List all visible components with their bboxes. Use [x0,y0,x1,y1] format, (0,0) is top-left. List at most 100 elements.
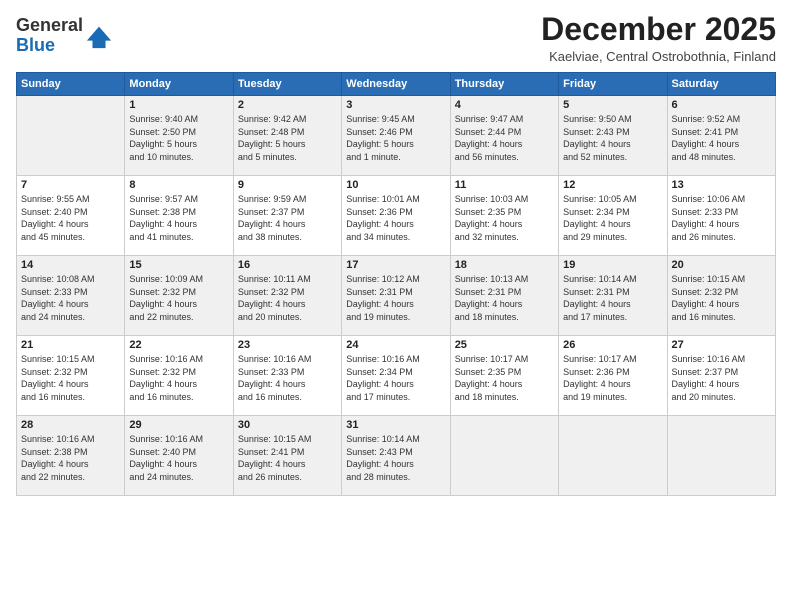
day-info: Sunrise: 10:03 AMSunset: 2:35 PMDaylight… [455,193,554,243]
day-info: Sunrise: 9:42 AMSunset: 2:48 PMDaylight:… [238,113,337,163]
table-row: 15Sunrise: 10:09 AMSunset: 2:32 PMDaylig… [125,256,233,336]
calendar-week-row: 28Sunrise: 10:16 AMSunset: 2:38 PMDaylig… [17,416,776,496]
table-row: 31Sunrise: 10:14 AMSunset: 2:43 PMDaylig… [342,416,450,496]
day-info: Sunrise: 10:15 AMSunset: 2:41 PMDaylight… [238,433,337,483]
day-info: Sunrise: 9:47 AMSunset: 2:44 PMDaylight:… [455,113,554,163]
logo-text: General Blue [16,16,83,56]
day-info: Sunrise: 10:11 AMSunset: 2:32 PMDaylight… [238,273,337,323]
header-wednesday: Wednesday [342,73,450,96]
table-row: 30 Sunrise: 10:15 AMSunset: 2:41 PMDaylig… [233,416,341,496]
day-info: Sunrise: 9:55 AMSunset: 2:40 PMDaylight:… [21,193,120,243]
header-friday: Friday [559,73,667,96]
day-number: 26 [563,339,662,351]
day-info: Sunrise: 10:15 AMSunset: 2:32 PMDaylight… [672,273,771,323]
day-number: 6 [672,99,771,111]
day-info: Sunrise: 10:06 AMSunset: 2:33 PMDaylight… [672,193,771,243]
table-row: 17Sunrise: 10:12 AMSunset: 2:31 PMDaylig… [342,256,450,336]
day-number: 29 [129,419,228,431]
table-row [559,416,667,496]
table-row: 24 Sunrise: 10:16 AMSunset: 2:34 PMDaylig… [342,336,450,416]
table-row [450,416,558,496]
month-title: December 2025 [541,12,776,47]
day-number: 21 [21,339,120,351]
table-row: 13 Sunrise: 10:06 AMSunset: 2:33 PMDaylig… [667,176,775,256]
day-number: 10 [346,179,445,191]
day-number: 9 [238,179,337,191]
day-number: 16 [238,259,337,271]
day-number: 25 [455,339,554,351]
day-info: Sunrise: 10:09 AMSunset: 2:32 PMDaylight… [129,273,228,323]
day-number: 4 [455,99,554,111]
table-row: 20 Sunrise: 10:15 AMSunset: 2:32 PMDaylig… [667,256,775,336]
header-tuesday: Tuesday [233,73,341,96]
table-row: 26Sunrise: 10:17 AMSunset: 2:36 PMDaylig… [559,336,667,416]
table-row: 11 Sunrise: 10:03 AMSunset: 2:35 PMDaylig… [450,176,558,256]
day-info: Sunrise: 9:45 AMSunset: 2:46 PMDaylight:… [346,113,445,163]
table-row: 5 Sunrise: 9:50 AMSunset: 2:43 PMDaylight… [559,96,667,176]
day-number: 19 [563,259,662,271]
page-container: General Blue December 2025 Kaelviae, Cen… [0,0,792,612]
table-row: 1 Sunrise: 9:40 AMSunset: 2:50 PMDaylight… [125,96,233,176]
day-info: Sunrise: 10:05 AMSunset: 2:34 PMDaylight… [563,193,662,243]
day-number: 24 [346,339,445,351]
location: Kaelviae, Central Ostrobothnia, Finland [541,49,776,64]
header-thursday: Thursday [450,73,558,96]
day-info: Sunrise: 9:50 AMSunset: 2:43 PMDaylight:… [563,113,662,163]
day-number: 30 [238,419,337,431]
table-row: 2 Sunrise: 9:42 AMSunset: 2:48 PMDaylight… [233,96,341,176]
day-info: Sunrise: 10:12 AMSunset: 2:31 PMDaylight… [346,273,445,323]
day-number: 1 [129,99,228,111]
calendar-week-row: 7Sunrise: 9:55 AMSunset: 2:40 PMDaylight… [17,176,776,256]
table-row: 18 Sunrise: 10:13 AMSunset: 2:31 PMDaylig… [450,256,558,336]
table-row: 10Sunrise: 10:01 AMSunset: 2:36 PMDaylig… [342,176,450,256]
day-info: Sunrise: 10:16 AMSunset: 2:34 PMDaylight… [346,353,445,403]
calendar-table: Sunday Monday Tuesday Wednesday Thursday… [16,72,776,496]
day-number: 3 [346,99,445,111]
table-row: 21 Sunrise: 10:15 AMSunset: 2:32 PMDaylig… [17,336,125,416]
table-row: 8Sunrise: 9:57 AMSunset: 2:38 PMDaylight… [125,176,233,256]
day-number: 27 [672,339,771,351]
day-info: Sunrise: 9:40 AMSunset: 2:50 PMDaylight:… [129,113,228,163]
header-saturday: Saturday [667,73,775,96]
day-info: Sunrise: 10:15 AMSunset: 2:32 PMDaylight… [21,353,120,403]
table-row: 3 Sunrise: 9:45 AMSunset: 2:46 PMDaylight… [342,96,450,176]
header-monday: Monday [125,73,233,96]
day-number: 22 [129,339,228,351]
table-row: 22 Sunrise: 10:16 AMSunset: 2:32 PMDaylig… [125,336,233,416]
table-row [17,96,125,176]
table-row: 25 Sunrise: 10:17 AMSunset: 2:35 PMDaylig… [450,336,558,416]
day-info: Sunrise: 10:14 AMSunset: 2:43 PMDaylight… [346,433,445,483]
table-row: 27Sunrise: 10:16 AMSunset: 2:37 PMDaylig… [667,336,775,416]
table-row: 7Sunrise: 9:55 AMSunset: 2:40 PMDaylight… [17,176,125,256]
table-row: 14 Sunrise: 10:08 AMSunset: 2:33 PMDaylig… [17,256,125,336]
table-row: 9 Sunrise: 9:59 AMSunset: 2:37 PMDaylight… [233,176,341,256]
day-number: 14 [21,259,120,271]
day-number: 28 [21,419,120,431]
calendar-week-row: 21 Sunrise: 10:15 AMSunset: 2:32 PMDaylig… [17,336,776,416]
table-row [667,416,775,496]
table-row: 19 Sunrise: 10:14 AMSunset: 2:31 PMDaylig… [559,256,667,336]
day-number: 23 [238,339,337,351]
day-number: 12 [563,179,662,191]
header: General Blue December 2025 Kaelviae, Cen… [16,12,776,64]
day-number: 18 [455,259,554,271]
day-number: 13 [672,179,771,191]
table-row: 12 Sunrise: 10:05 AMSunset: 2:34 PMDaylig… [559,176,667,256]
day-info: Sunrise: 10:13 AMSunset: 2:31 PMDaylight… [455,273,554,323]
day-info: Sunrise: 9:57 AMSunset: 2:38 PMDaylight:… [129,193,228,243]
header-sunday: Sunday [17,73,125,96]
day-info: Sunrise: 10:14 AMSunset: 2:31 PMDaylight… [563,273,662,323]
day-info: Sunrise: 10:16 AMSunset: 2:32 PMDaylight… [129,353,228,403]
day-info: Sunrise: 10:08 AMSunset: 2:33 PMDaylight… [21,273,120,323]
day-number: 5 [563,99,662,111]
table-row: 16 Sunrise: 10:11 AMSunset: 2:32 PMDaylig… [233,256,341,336]
day-number: 11 [455,179,554,191]
day-info: Sunrise: 9:52 AMSunset: 2:41 PMDaylight:… [672,113,771,163]
day-number: 20 [672,259,771,271]
logo-icon [85,22,113,50]
calendar-week-row: 14 Sunrise: 10:08 AMSunset: 2:33 PMDaylig… [17,256,776,336]
table-row: 6 Sunrise: 9:52 AMSunset: 2:41 PMDaylight… [667,96,775,176]
day-info: Sunrise: 9:59 AMSunset: 2:37 PMDaylight:… [238,193,337,243]
day-info: Sunrise: 10:17 AMSunset: 2:35 PMDaylight… [455,353,554,403]
day-number: 2 [238,99,337,111]
